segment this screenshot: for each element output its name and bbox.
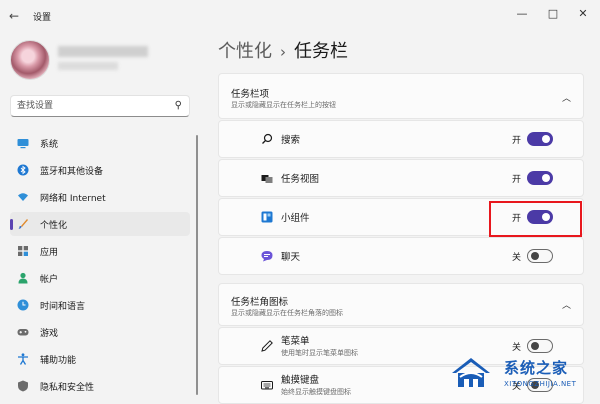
user-profile[interactable] bbox=[10, 40, 190, 90]
toggle-knob bbox=[531, 342, 539, 350]
sidebar-item-label: 个性化 bbox=[40, 221, 68, 231]
house-logo-icon bbox=[452, 358, 490, 387]
watermark-text: 系统之家 bbox=[504, 359, 569, 377]
maximize-button[interactable]: □ bbox=[543, 6, 563, 22]
title-bar: ← 设置 — □ ✕ bbox=[0, 0, 600, 30]
gamepad-icon bbox=[17, 329, 29, 336]
search-icon bbox=[262, 133, 273, 144]
sidebar-item-network[interactable]: 网络和 Internet bbox=[10, 185, 190, 209]
page-title: 任务栏 bbox=[294, 41, 348, 62]
section-title: 任务栏角图标 bbox=[231, 297, 289, 308]
search-box[interactable]: ⚲ bbox=[10, 95, 190, 117]
pen-menu-toggle[interactable] bbox=[527, 339, 553, 353]
red-highlight-box bbox=[489, 201, 582, 237]
sidebar-item-label: 辅助功能 bbox=[40, 356, 77, 366]
toggle-state-label: 开 bbox=[511, 136, 521, 146]
sidebar-item-gaming[interactable]: 游戏 bbox=[10, 320, 190, 344]
task-view-icon bbox=[261, 175, 273, 183]
blurred-user-name bbox=[58, 46, 148, 57]
corner-icons-header[interactable]: 任务栏角图标 显示或隐藏显示在任务栏角落的图标 ︿ bbox=[218, 283, 584, 326]
task-view-toggle[interactable] bbox=[527, 171, 553, 185]
chat-icon bbox=[261, 251, 273, 262]
pen-icon bbox=[261, 340, 273, 352]
row-label: 笔菜单 bbox=[281, 336, 310, 347]
back-arrow-icon[interactable]: ← bbox=[9, 9, 19, 23]
accessibility-icon bbox=[18, 353, 28, 365]
watermark: 系统之家 XITONGZHIJIA.NET bbox=[448, 353, 600, 402]
breadcrumb-separator: › bbox=[280, 43, 286, 61]
chevron-up-icon[interactable]: ︿ bbox=[562, 298, 571, 311]
taskbar-items-header[interactable]: 任务栏项 显示或隐藏显示在任务栏上的按钮 ︿ bbox=[218, 73, 584, 119]
section-title: 任务栏项 bbox=[231, 89, 270, 100]
taskbar-item-search: 搜索 开 bbox=[218, 120, 584, 158]
sidebar-item-label: 时间和语言 bbox=[40, 302, 86, 312]
taskbar-item-task-view: 任务视图 开 bbox=[218, 159, 584, 197]
search-input[interactable] bbox=[17, 99, 167, 113]
sidebar-item-apps[interactable]: 应用 bbox=[10, 239, 190, 263]
row-label: 任务视图 bbox=[281, 174, 320, 185]
sidebar-item-accounts[interactable]: 帐户 bbox=[10, 266, 190, 290]
sidebar-item-label: 系统 bbox=[40, 140, 59, 150]
keyboard-icon bbox=[261, 381, 273, 390]
sidebar-item-accessibility[interactable]: 辅助功能 bbox=[10, 347, 190, 371]
sidebar-scrollbar[interactable] bbox=[196, 135, 198, 395]
row-description: 使用笔时显示笔菜单图标 bbox=[281, 349, 358, 357]
globe-clock-icon bbox=[17, 299, 29, 311]
apps-icon bbox=[18, 246, 28, 256]
toggle-knob bbox=[542, 135, 550, 143]
sidebar-item-privacy-security[interactable]: 隐私和安全性 bbox=[10, 374, 190, 398]
minimize-button[interactable]: — bbox=[512, 6, 532, 22]
sidebar-item-label: 游戏 bbox=[40, 329, 59, 339]
avatar bbox=[10, 40, 50, 80]
sidebar-item-label: 帐户 bbox=[40, 275, 59, 285]
sidebar-item-bluetooth[interactable]: 蓝牙和其他设备 bbox=[10, 158, 190, 182]
sidebar-nav: 系统 蓝牙和其他设备 网络和 Internet 个性化 应用 帐户 时间和语言 … bbox=[10, 131, 190, 401]
sidebar-item-label: 隐私和安全性 bbox=[40, 383, 95, 393]
taskbar-item-chat: 聊天 关 bbox=[218, 237, 584, 275]
sidebar-item-label: 应用 bbox=[40, 248, 59, 258]
app-title: 设置 bbox=[33, 13, 52, 23]
toggle-knob bbox=[531, 252, 539, 260]
brush-icon bbox=[18, 219, 28, 229]
close-button[interactable]: ✕ bbox=[573, 6, 593, 22]
toggle-knob bbox=[542, 174, 550, 182]
row-label: 搜索 bbox=[281, 135, 301, 146]
section-subtitle: 显示或隐藏显示在任务栏角落的图标 bbox=[231, 309, 343, 317]
row-description: 始终显示触摸键盘图标 bbox=[281, 388, 351, 396]
sidebar-item-system[interactable]: 系统 bbox=[10, 131, 190, 155]
bluetooth-icon bbox=[17, 164, 29, 176]
sidebar-item-label: 蓝牙和其他设备 bbox=[40, 167, 104, 177]
search-icon[interactable]: ⚲ bbox=[175, 100, 182, 111]
watermark-url: XITONGZHIJIA.NET bbox=[504, 380, 577, 388]
chat-toggle[interactable] bbox=[527, 249, 553, 263]
toggle-state-label: 关 bbox=[511, 253, 521, 263]
row-label: 触摸键盘 bbox=[281, 375, 320, 386]
toggle-state-label: 开 bbox=[511, 175, 521, 185]
blurred-user-email bbox=[58, 62, 118, 70]
breadcrumb: 个性化 › 任务栏 bbox=[218, 37, 348, 63]
account-icon bbox=[18, 272, 28, 284]
search-toggle[interactable] bbox=[527, 132, 553, 146]
sidebar-item-personalization[interactable]: 个性化 bbox=[10, 212, 190, 236]
row-label: 聊天 bbox=[281, 252, 301, 263]
breadcrumb-parent[interactable]: 个性化 bbox=[218, 41, 272, 62]
row-label: 小组件 bbox=[281, 213, 310, 224]
section-subtitle: 显示或隐藏显示在任务栏上的按钮 bbox=[231, 101, 336, 109]
sidebar-item-time-language[interactable]: 时间和语言 bbox=[10, 293, 190, 317]
sidebar-item-label: 网络和 Internet bbox=[40, 194, 106, 204]
shield-icon bbox=[18, 380, 28, 392]
monitor-icon bbox=[17, 139, 29, 149]
widgets-icon bbox=[261, 211, 273, 223]
chevron-up-icon[interactable]: ︿ bbox=[562, 91, 571, 104]
toggle-state-label: 关 bbox=[511, 343, 521, 353]
wifi-icon bbox=[18, 193, 28, 201]
